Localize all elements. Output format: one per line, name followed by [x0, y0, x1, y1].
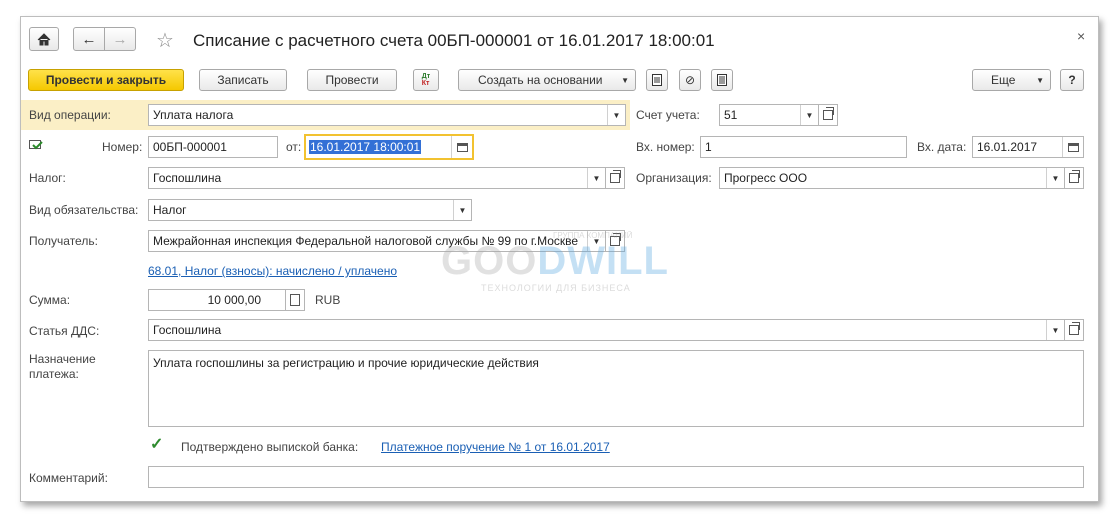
- print-button[interactable]: [646, 69, 668, 91]
- org-value: Прогресс ООО: [724, 171, 808, 185]
- post-button[interactable]: Провести: [307, 69, 397, 91]
- list-button[interactable]: [711, 69, 733, 91]
- home-icon: [37, 32, 51, 45]
- account-select[interactable]: 51 ▼: [719, 104, 819, 126]
- chevron-down-icon[interactable]: ▼: [607, 105, 625, 125]
- dds-value: Госпошлина: [153, 323, 222, 337]
- comment-field[interactable]: [148, 466, 1084, 488]
- recipient-select[interactable]: Межрайонная инспекция Федеральной налого…: [148, 230, 606, 252]
- posted-status-icon: [29, 140, 43, 150]
- in-date-value: 16.01.2017: [977, 140, 1038, 154]
- calendar-button[interactable]: [451, 136, 472, 158]
- document-icon: [652, 74, 662, 86]
- dt-kt-button[interactable]: Дт Кт: [413, 69, 439, 91]
- chevron-down-icon: ▼: [621, 75, 629, 85]
- document-window: ← → ☆ Списание с расчетного счета 00БП-0…: [20, 16, 1099, 502]
- in-date-label: Вх. дата:: [917, 140, 967, 154]
- confirmed-checkbox[interactable]: ✓: [150, 436, 164, 453]
- comment-label: Комментарий:: [29, 471, 108, 485]
- close-icon[interactable]: ×: [1077, 28, 1085, 44]
- home-button[interactable]: [29, 27, 59, 51]
- more-label: Еще: [991, 73, 1016, 87]
- chevron-down-icon[interactable]: ▼: [800, 105, 818, 125]
- confirmed-label: Подтверждено выпиской банка:: [181, 440, 359, 454]
- in-date-field[interactable]: 16.01.2017: [972, 136, 1084, 158]
- open-icon: [823, 107, 834, 120]
- sum-label: Сумма:: [29, 293, 71, 307]
- dds-select[interactable]: Госпошлина ▼: [148, 319, 1065, 341]
- paperclip-icon: ⊘: [684, 73, 696, 87]
- attach-button[interactable]: ⊘: [679, 69, 701, 91]
- date-value: 16.01.2017 18:00:01: [309, 140, 422, 154]
- org-open-button[interactable]: [1064, 167, 1084, 189]
- purpose-textarea[interactable]: Уплата госпошлины за регистрацию и прочи…: [148, 350, 1084, 427]
- checkmark-icon: ✓: [150, 436, 164, 453]
- number-label: Номер:: [102, 140, 143, 154]
- open-icon: [610, 233, 621, 246]
- calculator-icon: [290, 294, 300, 306]
- calendar-button[interactable]: [1062, 137, 1083, 157]
- purpose-label-line-1: Назначение: [29, 352, 96, 366]
- payment-order-link[interactable]: Платежное поручение № 1 от 16.01.2017: [381, 440, 610, 454]
- purpose-label-line-2: платежа:: [29, 367, 79, 381]
- org-select[interactable]: Прогресс ООО ▼: [719, 167, 1065, 189]
- obligation-value: Налог: [153, 203, 187, 217]
- purpose-label: Назначение платежа:: [29, 352, 96, 382]
- account-open-button[interactable]: [818, 104, 838, 126]
- date-field[interactable]: 16.01.2017 18:00:01: [304, 134, 474, 160]
- forward-button[interactable]: →: [104, 27, 136, 51]
- in-number-field[interactable]: 1: [700, 136, 907, 158]
- watermark-tagline: ТЕХНОЛОГИИ ДЛЯ БИЗНЕСА: [481, 283, 631, 293]
- currency-label: RUB: [315, 293, 341, 307]
- create-based-label: Создать на основании: [478, 73, 603, 87]
- recipient-value: Межрайонная инспекция Федеральной налого…: [153, 234, 579, 248]
- calculator-button[interactable]: [285, 289, 305, 311]
- dt-kt-icon: Дт Кт: [421, 73, 431, 87]
- operation-select[interactable]: Уплата налога ▼: [148, 104, 626, 126]
- chevron-down-icon[interactable]: ▼: [1046, 168, 1064, 188]
- star-icon[interactable]: ☆: [156, 28, 174, 53]
- arrow-left-icon: ←: [81, 30, 97, 48]
- chevron-down-icon[interactable]: ▼: [587, 231, 605, 251]
- post-and-close-button[interactable]: Провести и закрыть: [28, 69, 184, 91]
- obligation-label: Вид обязательства:: [29, 203, 139, 217]
- from-label: от:: [286, 140, 302, 154]
- arrow-right-icon: →: [112, 30, 128, 48]
- save-button[interactable]: Записать: [199, 69, 287, 91]
- page-title: Списание с расчетного счета 00БП-000001 …: [193, 31, 715, 50]
- tax-open-button[interactable]: [605, 167, 625, 189]
- account-link[interactable]: 68.01, Налог (взносы): начислено / уплач…: [148, 264, 397, 278]
- create-based-button[interactable]: Создать на основании ▼: [458, 69, 636, 91]
- dds-open-button[interactable]: [1064, 319, 1084, 341]
- tax-label: Налог:: [29, 171, 66, 185]
- tax-select[interactable]: Госпошлина ▼: [148, 167, 606, 189]
- operation-value: Уплата налога: [153, 108, 234, 122]
- account-value: 51: [724, 108, 738, 122]
- more-button[interactable]: Еще ▼: [972, 69, 1051, 91]
- help-button[interactable]: ?: [1060, 69, 1084, 91]
- open-icon: [610, 170, 621, 183]
- recipient-open-button[interactable]: [605, 230, 625, 252]
- list-icon: [717, 74, 727, 86]
- obligation-select[interactable]: Налог ▼: [148, 199, 472, 221]
- tax-value: Госпошлина: [153, 171, 222, 185]
- open-icon: [1069, 322, 1080, 335]
- in-number-label: Вх. номер:: [636, 140, 695, 154]
- open-icon: [1069, 170, 1080, 183]
- sum-value: 10 000,00: [207, 293, 261, 307]
- chevron-down-icon[interactable]: ▼: [587, 168, 605, 188]
- calendar-icon: [456, 142, 468, 152]
- chevron-down-icon[interactable]: ▼: [453, 200, 471, 220]
- org-label: Организация:: [636, 171, 712, 185]
- dds-label: Статья ДДС:: [29, 324, 100, 338]
- back-button[interactable]: ←: [73, 27, 105, 51]
- account-label: Счет учета:: [636, 108, 700, 122]
- operation-label: Вид операции:: [29, 108, 111, 122]
- calendar-icon: [1067, 142, 1079, 152]
- chevron-down-icon: ▼: [1036, 75, 1044, 85]
- number-field[interactable]: 00БП-000001: [148, 136, 278, 158]
- chevron-down-icon[interactable]: ▼: [1046, 320, 1064, 340]
- recipient-label: Получатель:: [29, 234, 98, 248]
- sum-field[interactable]: 10 000,00: [148, 289, 286, 311]
